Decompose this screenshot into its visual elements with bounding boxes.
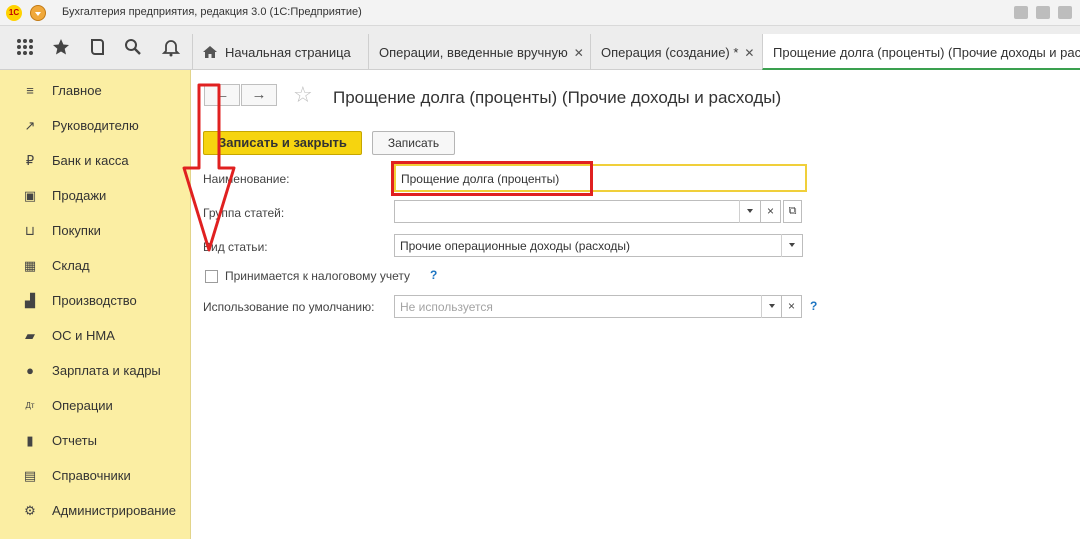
kind-field[interactable]: Прочие операционные доходы (расходы) (394, 234, 803, 257)
menu-lines-icon: ≡ (26, 83, 34, 98)
usage-clear-button[interactable]: × (781, 295, 802, 318)
kind-dropdown-button[interactable] (781, 234, 802, 257)
close-icon[interactable]: ✕ (744, 46, 754, 60)
sidebar-item-label: Главное (52, 83, 102, 98)
sidebar-item-label: Производство (52, 293, 137, 308)
notifications-bell-icon[interactable] (160, 36, 182, 58)
sidebar-item-purchases[interactable]: ⊔ Покупки (0, 213, 190, 248)
preview-icon[interactable] (1058, 6, 1072, 19)
sidebar-item-label: Отчеты (52, 433, 97, 448)
favorite-star-icon[interactable]: ☆ (293, 82, 313, 108)
sidebar-item-label: Справочники (52, 468, 131, 483)
bar-chart-icon: ▮ (26, 432, 34, 448)
usage-field[interactable]: Не используется (394, 295, 782, 318)
sidebar-item-salary[interactable]: ● Зарплата и кадры (0, 353, 190, 388)
tab-bar: Начальная страница Операции, введенные в… (0, 26, 1080, 70)
tab-current-item[interactable]: Прощение долга (проценты) (Прочие доходы… (762, 34, 1080, 70)
factory-icon: ▟ (25, 292, 35, 308)
usage-dropdown-button[interactable] (761, 295, 782, 318)
truck-icon: ▰ (25, 327, 35, 343)
group-clear-button[interactable]: × (760, 200, 781, 223)
sidebar-item-label: Операции (52, 398, 113, 413)
tax-accounting-label: Принимается к налоговому учету (225, 269, 410, 283)
annotation-arrow-icon (182, 83, 236, 252)
sidebar-item-reports[interactable]: ▮ Отчеты (0, 423, 190, 458)
book-icon: ▤ (23, 467, 37, 483)
tax-accounting-checkbox[interactable] (205, 270, 218, 283)
sidebar-item-manager[interactable]: ↗ Руководителю (0, 108, 190, 143)
group-open-button[interactable]: ⧉ (783, 200, 802, 223)
usage-label: Использование по умолчанию: (203, 300, 375, 314)
tab-manual-operations[interactable]: Операции, введенные вручную ✕ (368, 34, 590, 70)
save-button[interactable]: Записать (372, 131, 455, 155)
sidebar-item-main[interactable]: ≡ Главное (0, 73, 190, 108)
person-icon: ● (26, 363, 34, 378)
page-title: Прощение долга (проценты) (Прочие доходы… (333, 88, 782, 107)
sidebar-item-label: Администрирование (52, 503, 176, 518)
save-icon[interactable] (1014, 6, 1028, 19)
sidebar-item-production[interactable]: ▟ Производство (0, 283, 190, 318)
tab-label: Операции, введенные вручную (379, 45, 568, 60)
sidebar-item-label: Банк и касса (52, 153, 129, 168)
apps-grid-icon[interactable] (14, 36, 36, 58)
sidebar: ≡ Главное ↗ Руководителю ₽ Банк и касса ▣ Пр… (0, 70, 191, 539)
sidebar-item-label: Склад (52, 258, 90, 273)
title-bar-icons (1014, 6, 1072, 19)
sidebar-item-label: Зарплата и кадры (52, 363, 161, 378)
search-icon[interactable] (122, 36, 144, 58)
tab-label: Прощение долга (проценты) (Прочие доходы… (773, 45, 1080, 60)
sidebar-item-label: Продажи (52, 188, 107, 203)
main-menu-button[interactable] (30, 5, 46, 21)
tab-home[interactable]: Начальная страница (192, 34, 368, 70)
home-icon (203, 46, 217, 58)
form-area: ← → ☆ Прощение долга (проценты) (Прочие … (191, 70, 1080, 539)
cart-icon: ⊔ (24, 222, 36, 238)
group-dropdown-button[interactable] (739, 200, 760, 223)
ruble-icon: ₽ (25, 152, 35, 168)
gear-icon: ⚙ (24, 502, 36, 518)
history-icon[interactable] (86, 36, 108, 58)
favorites-star-icon[interactable] (50, 36, 72, 58)
annotation-highlight-box (391, 161, 593, 196)
sidebar-item-operations[interactable]: Дт Операции (0, 388, 190, 423)
tab-label: Начальная страница (225, 45, 351, 60)
app-logo-icon: 1С (6, 5, 22, 21)
print-icon[interactable] (1036, 6, 1050, 19)
tab-operation-create[interactable]: Операция (создание) * ✕ (590, 34, 762, 70)
trend-icon: ↗ (24, 117, 36, 133)
sidebar-item-label: Руководителю (52, 118, 139, 133)
dt-kt-icon: Дт (25, 401, 35, 410)
bag-icon: ▣ (23, 187, 37, 203)
sidebar-item-fixed-assets[interactable]: ▰ ОС и НМА (0, 318, 190, 353)
tax-help-icon[interactable]: ? (430, 268, 437, 282)
sidebar-item-administration[interactable]: ⚙ Администрирование (0, 493, 190, 528)
tab-label: Операция (создание) * (601, 45, 739, 60)
sidebar-item-label: Покупки (52, 223, 101, 238)
warehouse-icon: ▦ (23, 257, 37, 273)
sidebar-item-catalogs[interactable]: ▤ Справочники (0, 458, 190, 493)
sidebar-item-warehouse[interactable]: ▦ Склад (0, 248, 190, 283)
sidebar-item-sales[interactable]: ▣ Продажи (0, 178, 190, 213)
sidebar-item-label: ОС и НМА (52, 328, 115, 343)
app-title: Бухгалтерия предприятия, редакция 3.0 (1… (62, 6, 362, 18)
sidebar-item-bank[interactable]: ₽ Банк и касса (0, 143, 190, 178)
group-field[interactable] (394, 200, 761, 223)
usage-help-icon[interactable]: ? (810, 299, 817, 313)
close-icon[interactable]: ✕ (574, 46, 584, 60)
forward-button[interactable]: → (241, 84, 277, 106)
title-bar: 1С Бухгалтерия предприятия, редакция 3.0… (0, 0, 1080, 26)
